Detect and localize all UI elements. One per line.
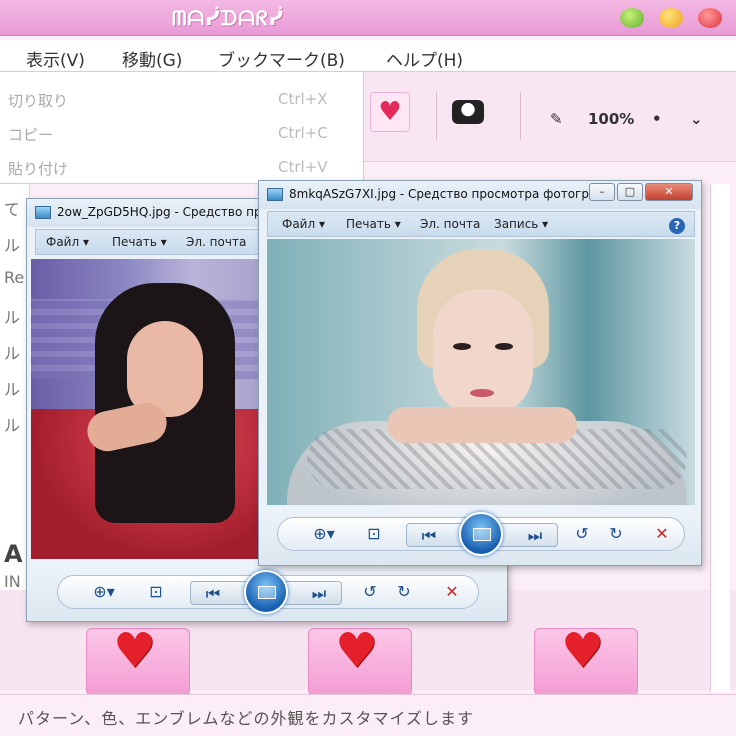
photo-app-icon bbox=[35, 206, 51, 219]
background-menubar: 表示(V) 移動(G) ブックマーク(B) ヘルプ(H) bbox=[0, 40, 736, 72]
photo-lips bbox=[470, 389, 494, 397]
viewer-title: 2ow_ZpGD5HQ.jpg - Средство просмотра фот… bbox=[57, 205, 277, 219]
theme-card[interactable]: ♥ bbox=[534, 623, 638, 696]
menu-print[interactable]: Печать ▾ bbox=[112, 235, 167, 249]
help-icon[interactable]: ? bbox=[669, 218, 685, 234]
theme-card[interactable]: ♥ bbox=[86, 623, 190, 696]
slideshow-button[interactable] bbox=[244, 570, 288, 614]
heart-icon[interactable]: ♥ bbox=[370, 92, 410, 132]
photo-eye bbox=[495, 343, 513, 350]
dot-icon: • bbox=[652, 110, 662, 128]
background-toolbar bbox=[362, 72, 736, 162]
minimize-button[interactable]: – bbox=[589, 183, 615, 201]
zoom-level[interactable]: 100% bbox=[588, 110, 634, 128]
status-bar: パターン、色、エンブレムなどの外観をカスタマイズします bbox=[0, 694, 736, 736]
heart-icon: ♥ bbox=[335, 623, 379, 679]
previous-icon[interactable]: ⏮ bbox=[201, 584, 225, 604]
heart-icon: ♥ bbox=[561, 623, 605, 679]
menu-item-copy[interactable]: コピー Ctrl+C bbox=[0, 116, 364, 150]
toolbar-separator bbox=[520, 92, 521, 140]
theme-card[interactable]: ♥ bbox=[308, 623, 412, 696]
menu-go[interactable]: 移動(G) bbox=[122, 46, 182, 71]
menu-bookmarks[interactable]: ブックマーク(B) bbox=[218, 46, 345, 71]
menu-item-label: 貼り付け bbox=[8, 160, 69, 178]
menu-item-shortcut: Ctrl+C bbox=[278, 124, 328, 142]
viewer-controls-area: ⊕▾ ⊡ ⏮ ⏭ ↺ ↻ ✕ bbox=[27, 563, 507, 621]
zoom-icon[interactable]: ⊕▾ bbox=[304, 524, 344, 543]
menu-item-label: 切り取り bbox=[8, 92, 69, 110]
status-text: パターン、色、エンブレムなどの外観をカスタマイズします bbox=[18, 709, 474, 728]
menu-help[interactable]: ヘルプ(H) bbox=[386, 46, 463, 71]
pin-icon[interactable]: ✎ bbox=[550, 110, 563, 128]
slideshow-button[interactable] bbox=[459, 512, 503, 556]
left-column-text: ル bbox=[4, 380, 21, 399]
viewer-menubar: Файл ▾ Печать ▾ Эл. почта bbox=[35, 229, 259, 255]
delete-icon[interactable]: ✕ bbox=[440, 582, 464, 601]
viewer-menubar: Файл ▾ Печать ▾ Эл. почта Запись ▾ bbox=[267, 211, 695, 237]
maximize-button[interactable]: □ bbox=[617, 183, 643, 201]
photo-eye bbox=[453, 343, 471, 350]
previous-icon[interactable]: ⏮ bbox=[417, 526, 441, 546]
slideshow-icon bbox=[258, 586, 276, 599]
viewer-controls-area: ⊕▾ ⊡ ⏮ ⏭ ↺ ↻ ✕ bbox=[259, 507, 701, 565]
menu-file[interactable]: Файл ▾ bbox=[46, 235, 89, 249]
toolbar-separator bbox=[436, 92, 437, 140]
edit-dropdown-menu: 切り取り Ctrl+X コピー Ctrl+C 貼り付け Ctrl+V bbox=[0, 72, 364, 184]
next-icon[interactable]: ⏭ bbox=[307, 584, 331, 604]
menu-email[interactable]: Эл. почта bbox=[420, 217, 480, 231]
photo-image bbox=[31, 259, 263, 559]
close-button[interactable] bbox=[698, 8, 722, 28]
left-column-text: A bbox=[4, 540, 23, 568]
face-icon[interactable] bbox=[452, 100, 484, 124]
left-column-text: IN bbox=[4, 572, 21, 591]
chevron-down-icon[interactable]: ⌄ bbox=[690, 110, 703, 128]
rotate-cw-icon[interactable]: ↻ bbox=[604, 524, 628, 543]
menu-burn[interactable]: Запись ▾ bbox=[494, 217, 548, 231]
minimize-button[interactable] bbox=[620, 8, 644, 28]
menu-file[interactable]: Файл ▾ bbox=[282, 217, 325, 231]
zoom-icon[interactable]: ⊕▾ bbox=[84, 582, 124, 601]
menu-view[interactable]: 表示(V) bbox=[26, 46, 85, 71]
menu-item-cut[interactable]: 切り取り Ctrl+X bbox=[0, 82, 364, 116]
background-titlebar: ᗰᗩᓰᗪᗩᖇᓰ bbox=[0, 0, 736, 36]
photo-face bbox=[127, 321, 203, 417]
heart-icon: ♥ bbox=[113, 623, 157, 679]
left-column-text: て bbox=[4, 200, 21, 219]
menu-email[interactable]: Эл. почта bbox=[186, 235, 246, 249]
photo-image bbox=[267, 239, 695, 505]
scrollbar[interactable] bbox=[710, 184, 730, 692]
menu-item-shortcut: Ctrl+X bbox=[278, 90, 328, 108]
left-column-text: ル bbox=[4, 236, 21, 255]
viewer-title: 8mkqASzG7XI.jpg - Средство просмотра фот… bbox=[289, 187, 589, 201]
fit-window-icon[interactable]: ⊡ bbox=[144, 582, 168, 601]
maximize-button[interactable] bbox=[659, 8, 683, 28]
rotate-ccw-icon[interactable]: ↺ bbox=[358, 582, 382, 601]
delete-icon[interactable]: ✕ bbox=[650, 524, 674, 543]
slideshow-icon bbox=[473, 528, 491, 541]
menu-item-paste[interactable]: 貼り付け Ctrl+V bbox=[0, 150, 364, 184]
left-column-text: ル bbox=[4, 344, 21, 363]
left-column-text: ル bbox=[4, 308, 21, 327]
left-column-text: Re bbox=[4, 268, 25, 287]
next-icon[interactable]: ⏭ bbox=[523, 526, 547, 546]
photo-hands bbox=[387, 407, 577, 443]
background-title: ᗰᗩᓰᗪᗩᖇᓰ bbox=[172, 6, 285, 30]
photo-app-icon bbox=[267, 188, 283, 201]
left-column-text: ル bbox=[4, 416, 21, 435]
viewer-titlebar[interactable]: 8mkqASzG7XI.jpg - Средство просмотра фот… bbox=[259, 181, 701, 209]
close-button[interactable]: ✕ bbox=[645, 183, 693, 201]
photo-viewer-right: 8mkqASzG7XI.jpg - Средство просмотра фот… bbox=[258, 180, 702, 566]
menu-print[interactable]: Печать ▾ bbox=[346, 217, 401, 231]
fit-window-icon[interactable]: ⊡ bbox=[362, 524, 386, 543]
rotate-ccw-icon[interactable]: ↺ bbox=[570, 524, 594, 543]
rotate-cw-icon[interactable]: ↻ bbox=[392, 582, 416, 601]
menu-item-label: コピー bbox=[8, 126, 54, 144]
menu-item-shortcut: Ctrl+V bbox=[278, 158, 328, 176]
